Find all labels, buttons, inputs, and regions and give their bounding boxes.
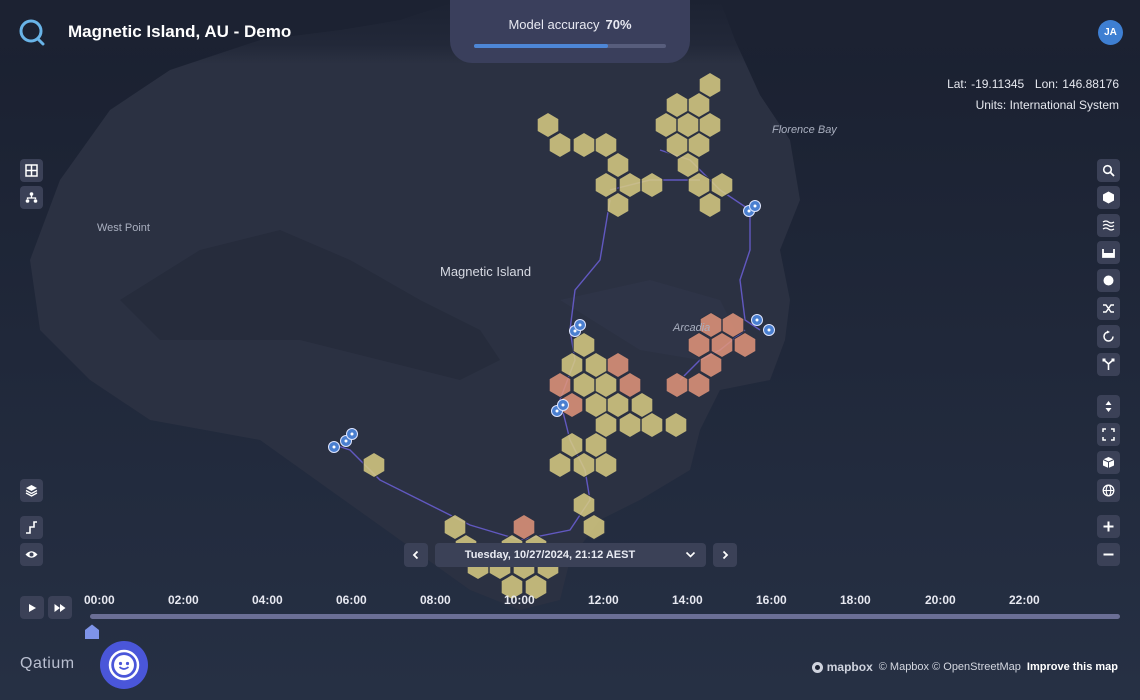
timeline-track[interactable] [90, 614, 1120, 619]
layers-button[interactable] [20, 479, 43, 502]
map-attribution: mapbox © Mapbox © OpenStreetMap Improve … [811, 660, 1118, 674]
shuffle-button[interactable] [1097, 297, 1120, 320]
model-accuracy-label: Model accuracy [508, 17, 600, 32]
fast-forward-icon [54, 603, 66, 612]
qatium-logo-icon[interactable] [18, 18, 46, 46]
zoom-in-icon [1103, 521, 1114, 532]
latitude-value: -19.11345 [971, 77, 1025, 91]
search-button[interactable] [1097, 159, 1120, 182]
fullscreen-button[interactable] [1097, 423, 1120, 446]
tank-icon [1102, 249, 1115, 258]
mapbox-icon [811, 661, 823, 673]
shuffle-icon [1103, 304, 1114, 313]
search-icon [1102, 164, 1115, 177]
timeline-tick: 12:00 [588, 593, 619, 607]
timeline-tick: 14:00 [672, 593, 703, 607]
grid-button[interactable] [20, 159, 43, 182]
globe-button[interactable] [1097, 479, 1120, 502]
timeline-tick: 20:00 [925, 593, 956, 607]
layers-icon [25, 485, 38, 497]
model-accuracy-value: 70% [605, 17, 632, 32]
visibility-button[interactable] [20, 543, 43, 566]
timeline-tick: 16:00 [756, 593, 787, 607]
fork-button[interactable] [1097, 353, 1120, 376]
play-button[interactable] [20, 596, 44, 619]
place-label-florence-bay: Florence Bay [772, 124, 837, 136]
network-button[interactable] [20, 186, 43, 209]
circle-icon [1103, 275, 1114, 286]
place-label-magnetic-island: Magnetic Island [440, 264, 532, 279]
cycle-icon [1103, 330, 1114, 342]
zoom-in-button[interactable] [1097, 515, 1120, 538]
improve-map-link[interactable]: Improve this map [1027, 661, 1118, 673]
graph-button[interactable] [20, 516, 43, 539]
sensor-icon[interactable] [557, 399, 569, 411]
sensor-icon[interactable] [346, 428, 358, 440]
mapbox-logo[interactable]: mapbox [811, 660, 873, 674]
timeline-tick: 04:00 [252, 593, 283, 607]
timeline-tick: 22:00 [1009, 593, 1040, 607]
sensor-icon[interactable] [751, 314, 763, 326]
3d-view-button[interactable] [1097, 451, 1120, 474]
timeline-tick: 18:00 [840, 593, 871, 607]
model-accuracy-bar [474, 44, 666, 48]
next-day-button[interactable] [713, 543, 737, 567]
globe-icon [1102, 484, 1115, 497]
sensor-icon[interactable] [749, 200, 761, 212]
waves-icon [1102, 220, 1115, 231]
timeline-tick: 08:00 [420, 593, 451, 607]
longitude-value: 146.88176 [1062, 77, 1119, 91]
assistant-button[interactable] [100, 641, 148, 689]
graph-icon [26, 521, 37, 534]
chevron-right-icon [722, 550, 729, 560]
hexagon-icon [1103, 191, 1114, 204]
circle-button[interactable] [1097, 269, 1120, 292]
timeline-tick: 00:00 [84, 593, 115, 607]
network-title: Magnetic Island, AU - Demo [68, 22, 292, 41]
date-selector[interactable]: Tuesday, 10/27/2024, 21:12 AEST [435, 543, 706, 567]
waves-button[interactable] [1097, 214, 1120, 237]
attribution-text[interactable]: © Mapbox © OpenStreetMap [879, 661, 1021, 673]
timeline-tick: 06:00 [336, 593, 367, 607]
coordinates-readout: Lat: -19.11345 Lon: 146.88176 Units: Inter… [943, 74, 1119, 116]
chevron-down-icon [685, 551, 696, 558]
cube-icon [1102, 457, 1115, 468]
previous-day-button[interactable] [404, 543, 428, 567]
play-icon [29, 603, 36, 612]
grid-icon [25, 164, 38, 177]
zoom-out-button[interactable] [1097, 543, 1120, 566]
hexagon-button[interactable] [1097, 186, 1120, 209]
fork-icon [1102, 358, 1115, 370]
fullscreen-icon [1102, 428, 1115, 441]
date-text: Tuesday, 10/27/2024, 21:12 AEST [464, 549, 636, 561]
sensor-icon[interactable] [328, 441, 340, 453]
place-label-arcadia: Arcadia [673, 322, 711, 334]
fast-forward-button[interactable] [48, 596, 72, 619]
assistant-face-icon [108, 649, 140, 681]
network-icon [25, 192, 38, 203]
cycle-button[interactable] [1097, 325, 1120, 348]
eye-icon [25, 551, 38, 558]
user-avatar[interactable]: JA [1098, 20, 1123, 45]
sensor-icon[interactable] [574, 319, 586, 331]
qatium-brand: Qatium [20, 655, 75, 672]
model-accuracy-fill [474, 44, 609, 48]
timeline-tick: 10:00 [504, 593, 535, 607]
timeline-handle[interactable] [84, 624, 100, 639]
chevron-left-icon [412, 550, 419, 560]
pitch-button[interactable] [1097, 395, 1120, 418]
pitch-icon [1105, 401, 1112, 412]
tank-button[interactable] [1097, 241, 1120, 264]
model-accuracy-panel[interactable]: Model accuracy 70% [450, 0, 690, 63]
place-label-west-point: West Point [97, 222, 150, 234]
units-label: Units: International System [975, 98, 1119, 112]
zoom-out-icon [1103, 553, 1114, 556]
sensor-icon[interactable] [763, 324, 775, 336]
timeline-tick: 02:00 [168, 593, 199, 607]
